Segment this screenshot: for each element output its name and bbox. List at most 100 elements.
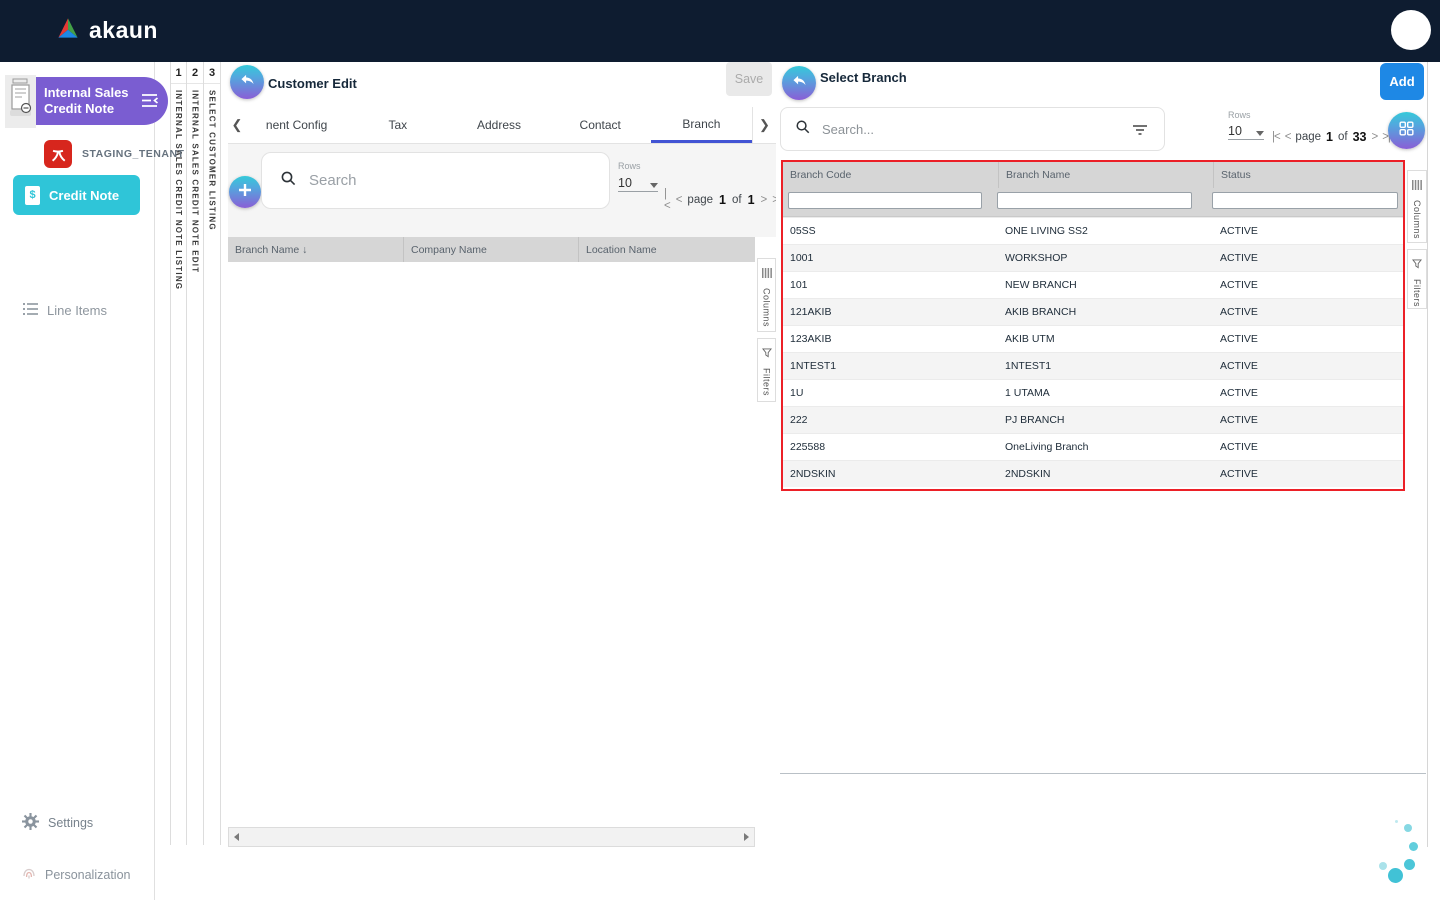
filter-input-branch-code[interactable] [788, 192, 982, 209]
filter-funnel-icon [1412, 256, 1422, 274]
filters-side-tab[interactable]: Filters [1407, 249, 1427, 309]
decorative-dot [1395, 820, 1398, 823]
panel-right-divider [1427, 62, 1428, 847]
prev-page-icon[interactable]: < [1285, 131, 1291, 143]
step-number: 2 [187, 62, 203, 84]
column-header-company-name[interactable]: Company Name [403, 237, 578, 262]
module-icon-tile[interactable] [5, 75, 36, 128]
tab-tax[interactable]: Tax [347, 107, 448, 143]
column-header-branch-name[interactable]: Branch Name ↓ [228, 237, 403, 262]
page-number: 1 [719, 193, 726, 207]
add-branch-button[interactable] [229, 176, 261, 208]
customer-edit-tabbar: ❮ nent Config Tax Address Contact Branch… [228, 107, 776, 144]
sort-desc-icon[interactable]: ↓ [302, 244, 307, 256]
tenant-row[interactable]: STAGING_TENANT [44, 140, 184, 168]
module-title: Internal Sales Credit Note [44, 85, 136, 118]
page-title: Select Branch [820, 70, 907, 85]
of-word: of [1338, 131, 1348, 143]
scroll-left-icon[interactable] [234, 833, 239, 841]
search-input[interactable] [820, 121, 1082, 138]
column-header-branch-code[interactable]: Branch Code [783, 162, 998, 188]
table-row[interactable]: 225588OneLiving BranchACTIVE [783, 433, 1403, 460]
sidebar-item-settings[interactable]: Settings [22, 813, 93, 833]
column-header-status[interactable]: Status [1213, 162, 1403, 188]
stepper-tab-1[interactable]: 1 INTERNAL SALES CREDIT NOTE LISTING [170, 62, 187, 845]
filters-side-tab[interactable]: Filters [757, 338, 776, 402]
step-label: INTERNAL SALES CREDIT NOTE EDIT [191, 90, 200, 273]
filter-input-branch-name[interactable] [997, 192, 1192, 209]
branch-search-box [780, 107, 1165, 151]
table-header-row: Branch Code Branch Name Status [783, 162, 1403, 188]
invoice-icon [9, 78, 33, 125]
logo-text: akaun [89, 17, 158, 44]
prev-page-icon[interactable]: < [676, 194, 682, 206]
horizontal-scrollbar[interactable] [228, 827, 755, 847]
table-row[interactable]: 2NDSKIN2NDSKINACTIVE [783, 460, 1403, 487]
akaun-triangle-logo-icon [54, 15, 82, 46]
filter-input-status[interactable] [1212, 192, 1398, 209]
back-button[interactable] [230, 65, 264, 99]
add-button[interactable]: Add [1380, 63, 1424, 100]
list-icon [22, 302, 39, 319]
sidebar-item-credit-note[interactable]: $ Credit Note [13, 175, 140, 215]
module-pill-internal-sales-credit-note[interactable]: Internal Sales Credit Note [36, 77, 168, 125]
step-label: INTERNAL SALES CREDIT NOTE LISTING [174, 90, 183, 290]
table-row[interactable]: 05SSONE LIVING SS2ACTIVE [783, 217, 1403, 244]
next-page-icon[interactable]: > [761, 194, 767, 206]
back-arrow-icon [239, 71, 256, 93]
table-row[interactable]: 222PJ BRANCHACTIVE [783, 406, 1403, 433]
table-row[interactable]: 101NEW BRANCHACTIVE [783, 271, 1403, 298]
first-page-icon[interactable]: |< [664, 188, 670, 212]
stepper-tab-3[interactable]: 3 SELECT CUSTOMER LISTING [204, 62, 221, 845]
columns-side-tab[interactable]: Columns [1407, 170, 1427, 243]
tenant-label: STAGING_TENANT [82, 148, 184, 160]
save-button[interactable]: Save [726, 62, 772, 96]
back-button[interactable] [782, 66, 816, 100]
grid-view-button[interactable] [1388, 112, 1425, 149]
table-row[interactable]: 123AKIBAKIB UTMACTIVE [783, 325, 1403, 352]
columns-side-tab[interactable]: Columns [757, 258, 776, 332]
workflow-stepper: 1 INTERNAL SALES CREDIT NOTE LISTING 2 I… [170, 62, 221, 845]
next-page-icon[interactable]: > [1371, 131, 1377, 143]
sidebar-item-personalization[interactable]: Personalization [22, 866, 130, 884]
collapse-menu-icon[interactable] [141, 93, 159, 112]
page-word: page [1295, 131, 1321, 143]
pagination: |< < page 1 of 33 > >| [1272, 130, 1390, 144]
scroll-right-icon[interactable] [744, 833, 749, 841]
table-filter-row [783, 188, 1403, 217]
rows-label: Rows [1228, 110, 1251, 120]
columns-icon [1412, 177, 1422, 195]
step-number: 3 [204, 62, 220, 84]
tab-payment-config[interactable]: nent Config [246, 107, 347, 143]
user-avatar[interactable] [1391, 10, 1431, 50]
top-bar: akaun [0, 0, 1440, 62]
tabs-scroll-left-icon[interactable]: ❮ [228, 107, 246, 143]
rows-label: Rows [618, 161, 641, 171]
tenant-icon [44, 140, 72, 168]
rows-per-page-select[interactable]: 10 [618, 176, 658, 192]
search-input[interactable] [307, 171, 541, 190]
stepper-tab-2[interactable]: 2 INTERNAL SALES CREDIT NOTE EDIT [187, 62, 204, 845]
table-row[interactable]: 1NTEST11NTEST1ACTIVE [783, 352, 1403, 379]
table-row[interactable]: 121AKIBAKIB BRANCHACTIVE [783, 298, 1403, 325]
tabs-scroll-right-icon[interactable]: ❯ [752, 107, 776, 143]
credit-note-label: Credit Note [49, 188, 119, 203]
tab-contact[interactable]: Contact [550, 107, 651, 143]
app-logo: akaun [54, 15, 158, 46]
column-header-location-name[interactable]: Location Name [578, 237, 755, 262]
page-number: 1 [1326, 130, 1333, 144]
rows-per-page-select[interactable]: 10 [1228, 124, 1264, 140]
table-row[interactable]: 1001WORKSHOPACTIVE [783, 244, 1403, 271]
search-icon [280, 170, 297, 192]
branch-table-header: Branch Name ↓ Company Name Location Name [228, 237, 755, 262]
table-row[interactable]: 1U1 UTAMAACTIVE [783, 379, 1403, 406]
line-items-label: Line Items [47, 303, 107, 318]
first-page-icon[interactable]: |< [1272, 131, 1280, 143]
branch-search-box [261, 152, 610, 209]
filter-lines-icon[interactable] [1132, 123, 1148, 141]
tab-address[interactable]: Address [448, 107, 549, 143]
tab-branch[interactable]: Branch [651, 107, 752, 143]
sidebar-item-line-items[interactable]: Line Items [22, 302, 107, 319]
column-header-branch-name[interactable]: Branch Name [998, 162, 1213, 188]
filter-funnel-icon [762, 345, 772, 363]
